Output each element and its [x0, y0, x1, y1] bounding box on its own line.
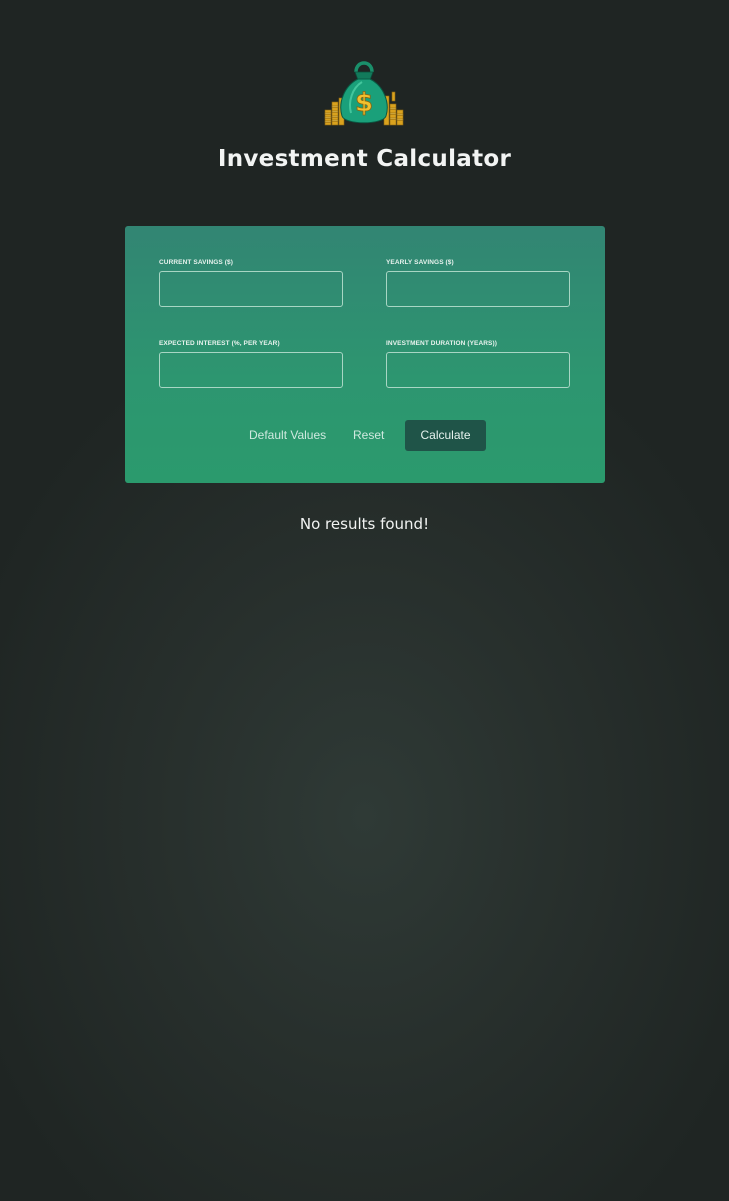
svg-text:$: $	[355, 88, 373, 118]
expected-interest-label: EXPECTED INTEREST (%, PER YEAR)	[159, 340, 280, 347]
default-values-button[interactable]: Default Values	[249, 420, 326, 451]
yearly-savings-input[interactable]	[386, 271, 570, 307]
investment-duration-label: INVESTMENT DURATION (YEARS))	[386, 340, 498, 347]
yearly-savings-label: YEARLY SAVINGS ($)	[386, 259, 454, 266]
page-title: Investment Calculator	[217, 146, 512, 172]
investment-calculator-app: $ Investment Calculator CURRENT SAVINGS …	[0, 0, 729, 1201]
reset-button[interactable]: Reset	[353, 420, 384, 451]
expected-interest-input[interactable]	[159, 352, 343, 388]
investment-duration-input[interactable]	[386, 352, 570, 388]
money-bag-icon: $	[324, 61, 404, 126]
current-savings-label: CURRENT SAVINGS ($)	[159, 259, 234, 266]
no-results-message: No results found!	[299, 515, 430, 533]
calculate-button[interactable]: Calculate	[405, 420, 486, 451]
current-savings-input[interactable]	[159, 271, 343, 307]
